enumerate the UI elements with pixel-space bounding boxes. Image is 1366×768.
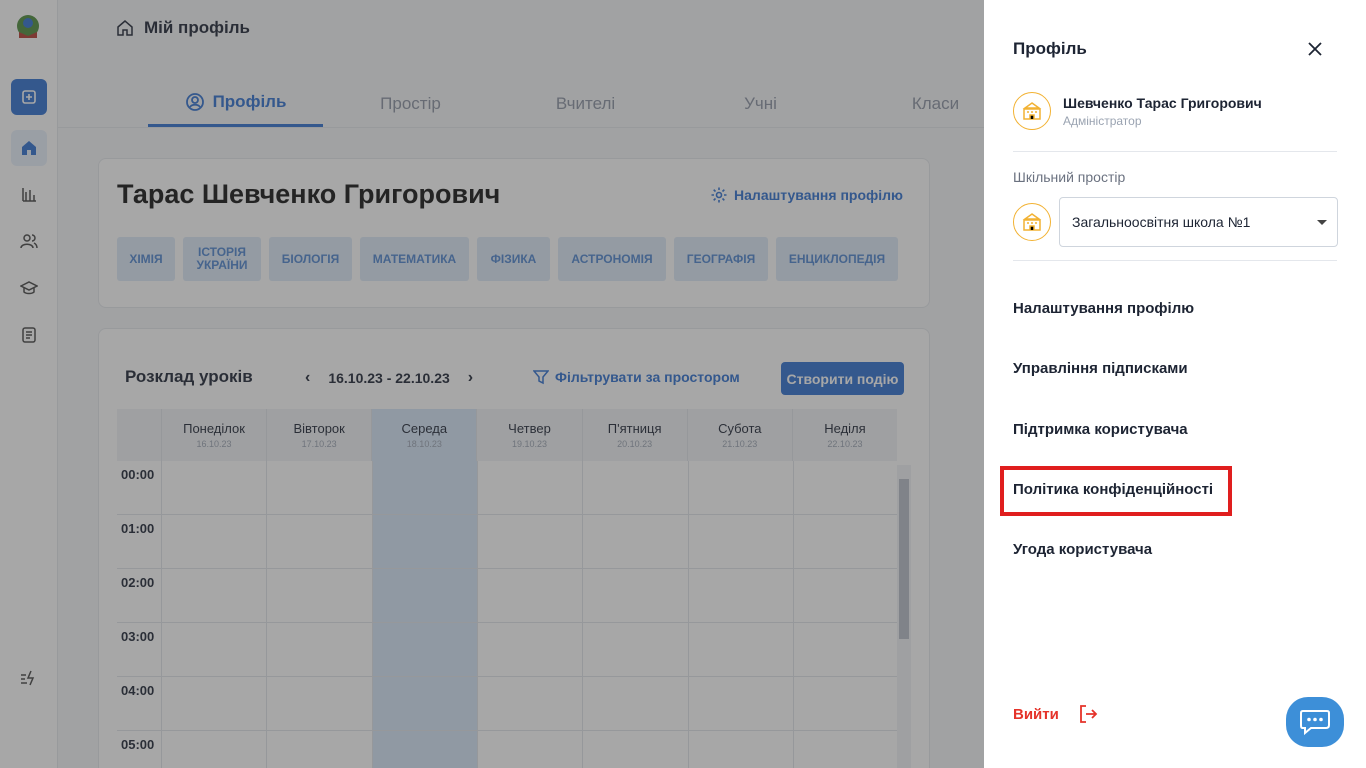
divider	[1013, 260, 1337, 261]
user-summary: Шевченко Тарас Григорович Адміністратор	[1013, 92, 1262, 130]
divider	[1013, 151, 1337, 152]
drawer-title: Профіль	[1013, 39, 1087, 58]
highlight-box	[1000, 466, 1232, 516]
space-label: Шкільний простір	[1013, 169, 1126, 185]
school-icon	[1013, 92, 1051, 130]
menu-subscriptions[interactable]: Управління підписками	[1013, 360, 1188, 377]
user-role: Адміністратор	[1063, 113, 1142, 128]
space-selector-row: Загальноосвітня школа №1	[1013, 197, 1338, 247]
chevron-down-icon	[1317, 220, 1327, 225]
school-icon	[1013, 203, 1051, 241]
chat-icon	[1300, 710, 1330, 736]
chat-button[interactable]	[1286, 697, 1344, 747]
close-icon[interactable]	[1304, 38, 1326, 60]
logout-icon	[1079, 705, 1098, 723]
modal-backdrop[interactable]	[0, 0, 984, 768]
menu-user-agreement[interactable]: Угода користувача	[1013, 541, 1152, 558]
space-select[interactable]: Загальноосвітня школа №1	[1059, 197, 1338, 247]
menu-profile-settings[interactable]: Налаштування профілю	[1013, 300, 1194, 317]
user-name: Шевченко Тарас Григорович	[1063, 94, 1262, 111]
menu-user-support[interactable]: Підтримка користувача	[1013, 421, 1188, 438]
logout-button[interactable]: Вийти	[1013, 703, 1099, 725]
profile-drawer: Профіль Шевченко Тарас Григорович Адміні…	[984, 0, 1366, 768]
